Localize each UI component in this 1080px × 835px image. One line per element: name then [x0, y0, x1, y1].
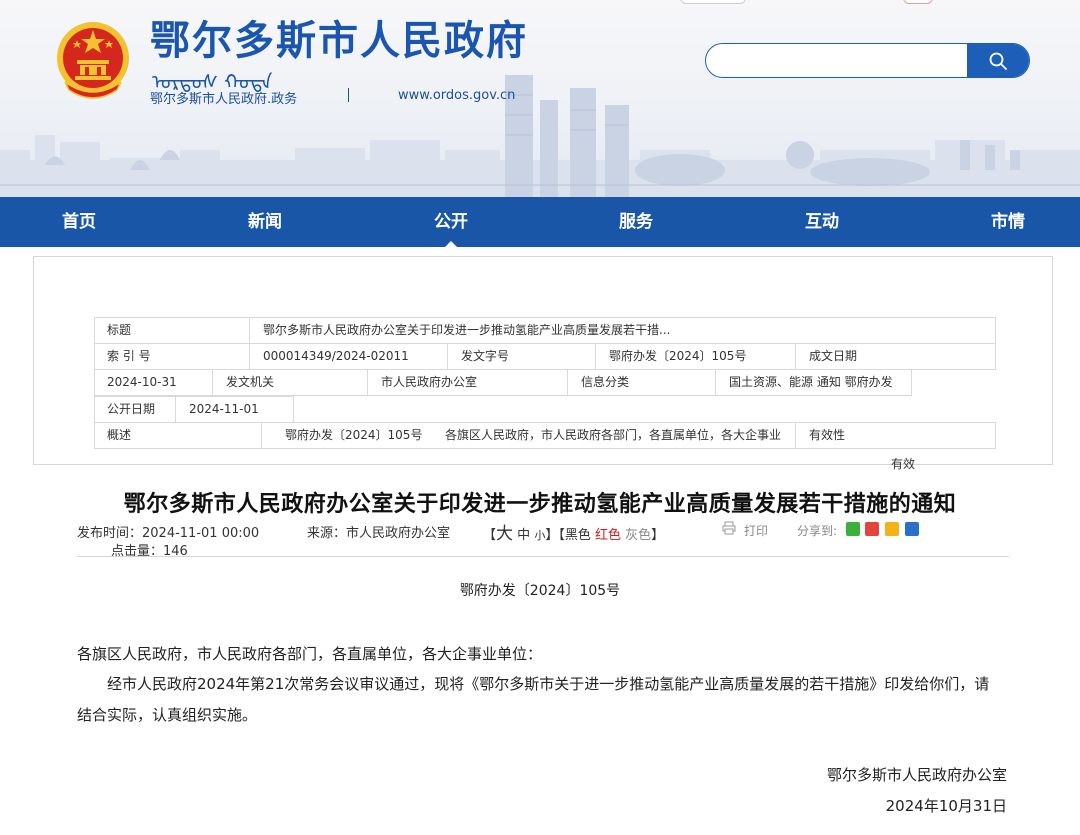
bracket: 【: [483, 528, 497, 543]
site-subtitle: 鄂尔多斯市人民政府.政务: [150, 92, 298, 107]
national-emblem-icon: [57, 22, 129, 99]
meta-docno-value: 鄂府办发〔2024〕105号: [609, 349, 747, 363]
meta-index-value: 000014349/2024-02011: [263, 349, 409, 363]
nav-news[interactable]: 新闻: [248, 197, 282, 247]
meta-category-label: 信息分类: [581, 375, 630, 389]
print-button[interactable]: 打印: [744, 522, 768, 539]
meta-index-label: 索 引 号: [107, 349, 151, 363]
top-link-fragment[interactable]: [680, 0, 746, 4]
font-size-large[interactable]: 大: [496, 524, 513, 544]
body-paragraph-line2: 结合实际，认真组织实施。: [77, 706, 258, 724]
search-input[interactable]: [706, 44, 968, 77]
publish-time: 发布时间：2024-11-01 00:00: [77, 522, 259, 541]
meta-summary-label: 概述: [107, 428, 132, 442]
cell-divider: [567, 370, 568, 395]
meta-pubdate-label: 公开日期: [107, 402, 156, 416]
qzone-icon[interactable]: [885, 522, 899, 536]
font-size-small[interactable]: 小: [534, 529, 545, 542]
nav-city-info[interactable]: 市情: [991, 197, 1025, 247]
wechat-icon[interactable]: [846, 522, 860, 536]
color-black[interactable]: 黑色: [565, 528, 591, 543]
color-red[interactable]: 红色: [595, 528, 621, 543]
meta-summary-recipients: 各旗区人民政府，市人民政府各部门，各直属单位，各大企事业: [445, 428, 782, 442]
weibo-icon[interactable]: [865, 522, 879, 536]
document-number: 鄂府办发〔2024〕105号: [459, 583, 621, 599]
article-divider: [77, 556, 1009, 557]
meta-row-summary: 概述 鄂府办发〔2024〕105号 各旗区人民政府，市人民政府各部门，各直属单位…: [94, 422, 996, 449]
meta-date-label: 成文日期: [809, 349, 858, 363]
article-source: 来源：市人民政府办公室: [307, 522, 450, 541]
nav-interaction[interactable]: 互动: [805, 197, 839, 247]
printer-icon[interactable]: [722, 521, 736, 535]
source-value: 市人民政府办公室: [346, 526, 451, 541]
meta-row-index: 索 引 号 000014349/2024-02011 发文字号 鄂府办发〔202…: [94, 343, 996, 370]
font-size-switcher: 【大 中 小】【黑色 红色 灰色】: [483, 519, 664, 544]
nav-services[interactable]: 服务: [619, 197, 653, 247]
top-badge-fragment[interactable]: [903, 0, 933, 4]
meta-pubdate-value: 2024-11-01: [189, 402, 259, 416]
cell-divider: [261, 423, 262, 448]
cell-divider: [175, 397, 176, 422]
signature-issuer: 鄂尔多斯市人民政府办公室: [826, 766, 1007, 784]
nav-public-info[interactable]: 公开: [434, 197, 468, 247]
salutation: 各旗区人民政府，市人民政府各部门，各直属单位，各大企事业单位：: [77, 645, 543, 663]
cell-divider: [367, 370, 368, 395]
cell-divider: [715, 370, 716, 395]
site-url: www.ordos.gov.cn: [398, 88, 516, 103]
cell-divider: [795, 423, 796, 448]
source-label: 来源：: [307, 526, 347, 541]
search-icon: [989, 52, 1007, 70]
bracket: 】: [545, 528, 559, 543]
cell-divider: [212, 370, 213, 395]
site-title: 鄂尔多斯市人民政府: [150, 18, 528, 64]
share-label: 分享到:: [797, 524, 838, 538]
signature-date: 2024年10月31日: [885, 797, 1007, 815]
search-button[interactable]: [967, 44, 1029, 77]
font-size-medium[interactable]: 中: [517, 528, 530, 543]
cell-divider: [249, 344, 250, 369]
nav-home[interactable]: 首页: [62, 197, 96, 247]
meta-title-label: 标题: [107, 323, 132, 337]
meta-title-value: 鄂尔多斯市人民政府办公室关于印发进一步推动氢能产业高质量发展若干措...: [263, 323, 671, 337]
header-banner: 鄂尔多斯市人民政府 ᠣᠷᠳᠣᠰ ᠬᠣᠲᠠ 鄂尔多斯市人民政府.政务 www.or…: [0, 0, 1080, 197]
meta-row-title: 标题 鄂尔多斯市人民政府办公室关于印发进一步推动氢能产业高质量发展若干措...: [94, 317, 996, 344]
header-divider: [348, 88, 349, 102]
cell-divider: [249, 318, 250, 343]
meta-row-pubdate: 公开日期 2024-11-01: [94, 396, 294, 423]
meta-validity-value: 有效: [891, 457, 916, 471]
meta-date-value: 2024-10-31: [107, 375, 177, 389]
body-paragraph-line1: 经市人民政府2024年第21次常务会议审议通过，现将《鄂尔多斯市关于进一步推动氢…: [107, 675, 990, 693]
renren-icon[interactable]: [905, 522, 919, 536]
meta-row-issuer: 2024-10-31 发文机关 市人民政府办公室 信息分类 国土资源、能源 通知…: [94, 369, 912, 396]
article-title: 鄂尔多斯市人民政府办公室关于印发进一步推动氢能产业高质量发展若干措施的通知: [123, 492, 957, 517]
meta-validity-label: 有效性: [809, 428, 846, 442]
search-bar: [705, 43, 1030, 78]
meta-issuer-value: 市人民政府办公室: [381, 375, 478, 389]
cell-divider: [447, 344, 448, 369]
meta-issuer-label: 发文机关: [226, 375, 275, 389]
publish-label: 发布时间：: [77, 526, 143, 541]
bracket: 】: [651, 528, 665, 543]
cell-divider: [795, 344, 796, 369]
cell-divider: [595, 344, 596, 369]
main-nav: 首页 新闻 公开 服务 互动 市情: [0, 197, 1080, 247]
publish-time-value: 2024-11-01 00:00: [142, 526, 260, 541]
meta-docno-label: 发文字号: [461, 349, 510, 363]
meta-category-value: 国土资源、能源 通知 鄂府办发: [729, 375, 893, 389]
color-gray[interactable]: 灰色: [625, 528, 651, 543]
meta-summary-docno: 鄂府办发〔2024〕105号: [285, 428, 423, 442]
